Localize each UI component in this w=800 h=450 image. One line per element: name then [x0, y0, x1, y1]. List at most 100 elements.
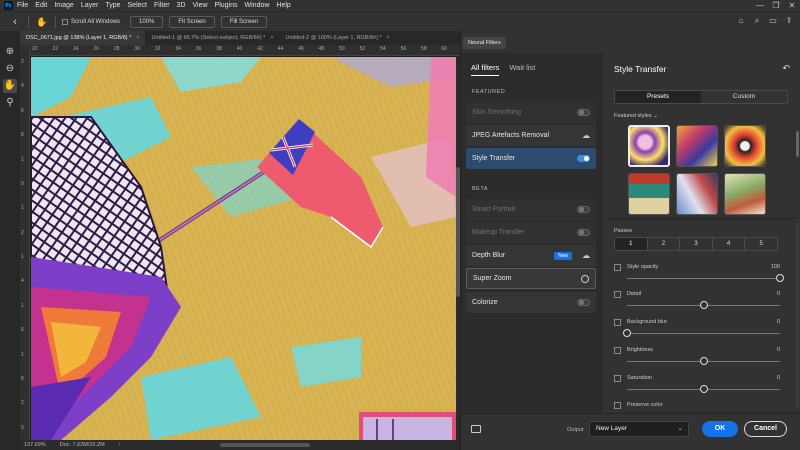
cloud-download-icon[interactable]: ☁	[582, 251, 590, 260]
ruler-tick-label: 58	[421, 46, 427, 52]
zoom-tool-icon[interactable]: ⚲	[3, 96, 17, 110]
scroll-all-windows-checkbox[interactable]: Scroll All Windows	[62, 18, 120, 25]
hand-tool-icon[interactable]: ✋	[35, 15, 49, 29]
menu-type[interactable]: Type	[105, 2, 120, 9]
passes-option[interactable]: 1	[615, 238, 648, 250]
slider-knob[interactable]	[699, 301, 708, 309]
slider-track[interactable]	[627, 333, 780, 334]
menu-help[interactable]: Help	[276, 2, 290, 9]
neural-filters-tab[interactable]: Neural Filters	[463, 37, 506, 49]
menu-window[interactable]: Window	[245, 2, 270, 9]
document-tab[interactable]: DSC_0671.jpg @ 138% (Layer 1, RGB/8) * ×	[20, 31, 146, 45]
output-select[interactable]: New Layer ⌄	[589, 421, 689, 437]
slider-track[interactable]	[627, 278, 780, 279]
chevron-right-icon[interactable]: ›	[119, 442, 121, 448]
close-tab-icon[interactable]: ×	[387, 35, 390, 41]
brightness-checkbox[interactable]	[614, 347, 621, 354]
passes-option[interactable]: 5	[745, 238, 777, 250]
cloud-download-icon[interactable]: ☁	[582, 131, 590, 140]
ruler-tick-label: 6	[21, 107, 24, 114]
checkbox-icon[interactable]	[62, 18, 68, 25]
share-icon[interactable]: ⇪	[782, 16, 796, 28]
menu-layer[interactable]: Layer	[81, 2, 99, 9]
filter-super-zoom[interactable]: Super Zoom	[466, 268, 596, 289]
tab-presets[interactable]: Presets	[615, 91, 701, 103]
background-blur-checkbox[interactable]	[614, 319, 621, 326]
preserve-color-checkbox[interactable]	[614, 402, 621, 409]
menu-plugins[interactable]: Plugins	[215, 2, 238, 9]
detail-checkbox[interactable]	[614, 291, 621, 298]
slider-knob[interactable]	[776, 274, 784, 282]
super-zoom-radio[interactable]	[581, 274, 589, 283]
featured-styles-dropdown[interactable]: Featured styles ⌄	[614, 113, 658, 119]
ruler-tick-label: 48	[318, 46, 325, 52]
tab-all-filters[interactable]: All filters	[471, 63, 500, 76]
menu-view[interactable]: View	[193, 2, 208, 9]
fill-screen-button[interactable]: Fill Screen	[220, 15, 268, 28]
document-tab[interactable]: Untitled-1 @ 66.7% (Select-subject, RGB/…	[145, 31, 279, 45]
filter-jpeg-artefacts-removal[interactable]: JPEG Artefacts Removal ☁	[466, 125, 596, 146]
saturation-checkbox[interactable]	[614, 375, 621, 382]
passes-option[interactable]: 3	[680, 238, 713, 250]
ruler-tick-label: 4	[21, 83, 24, 90]
close-tab-icon[interactable]: ×	[270, 35, 273, 41]
filter-smart-portrait[interactable]: Smart Portrait	[466, 199, 596, 220]
zoom-100-button[interactable]: 100%	[130, 15, 164, 28]
zoom-out-icon[interactable]: ⊖	[3, 62, 17, 76]
filter-style-transfer[interactable]: Style Transfer	[466, 148, 596, 169]
search-icon[interactable]: ⌕	[750, 16, 764, 28]
slider-knob[interactable]	[699, 357, 708, 365]
passes-label: Passes	[614, 228, 633, 234]
photoshop-logo-icon: Ps	[4, 1, 13, 10]
document-tab[interactable]: Untitled-2 @ 100% (Layer 1, RGB/8#) * ×	[280, 31, 396, 45]
slider-knob[interactable]	[623, 329, 631, 337]
thumbnails-scrollbar[interactable]	[796, 131, 799, 157]
hand-icon[interactable]: ✋	[3, 79, 17, 93]
settings-scrollbar[interactable]	[796, 223, 799, 408]
zoom-in-icon[interactable]: ⊕	[3, 45, 17, 59]
style-opacity-checkbox[interactable]	[614, 264, 621, 271]
slider-knob[interactable]	[699, 385, 708, 393]
show-preview-icon[interactable]	[471, 425, 481, 433]
reset-icon[interactable]: ↶	[782, 63, 790, 74]
cancel-button[interactable]: Cancel	[744, 421, 787, 437]
menu-select[interactable]: Select	[128, 2, 147, 9]
back-arrow-icon[interactable]: ‹	[8, 15, 22, 29]
filter-makeup-transfer[interactable]: Makeup Transfer	[466, 222, 596, 243]
tab-wait-list[interactable]: Wait list	[509, 63, 535, 76]
passes-option[interactable]: 4	[713, 238, 746, 250]
style-thumbnail[interactable]	[724, 125, 766, 167]
workspace-icon[interactable]: ▭	[766, 16, 780, 28]
passes-option[interactable]: 2	[648, 238, 681, 250]
canvas-horizontal-scrollbar[interactable]	[220, 443, 310, 447]
minimize-icon[interactable]: —	[752, 0, 768, 11]
style-thumbnail[interactable]	[676, 125, 718, 167]
tab-custom[interactable]: Custom	[701, 91, 787, 103]
filter-colorize[interactable]: Colorize	[466, 292, 596, 313]
menu-edit[interactable]: Edit	[35, 2, 47, 9]
close-window-icon[interactable]: ✕	[784, 0, 800, 11]
home-icon[interactable]: ⌂	[734, 16, 748, 28]
menu-3d[interactable]: 3D	[177, 2, 186, 9]
zoom-level[interactable]: 137.69%	[24, 442, 46, 448]
ok-button[interactable]: OK	[702, 421, 738, 437]
skin-smoothing-toggle[interactable]	[577, 109, 590, 116]
filter-skin-smoothing[interactable]: Skin Smoothing	[466, 102, 596, 123]
menu-filter[interactable]: Filter	[154, 2, 170, 9]
fit-screen-button[interactable]: Fit Screen	[169, 15, 215, 28]
style-transfer-toggle[interactable]	[577, 155, 590, 162]
makeup-transfer-toggle[interactable]	[577, 229, 590, 236]
close-tab-icon[interactable]: ×	[136, 35, 139, 41]
smart-portrait-toggle[interactable]	[577, 206, 590, 213]
style-thumbnail[interactable]	[628, 173, 670, 215]
image-canvas[interactable]	[31, 57, 456, 440]
style-opacity-slider: Style opacity 100	[614, 262, 784, 288]
style-thumbnail[interactable]	[676, 173, 718, 215]
menu-file[interactable]: File	[17, 2, 28, 9]
colorize-toggle[interactable]	[577, 299, 590, 306]
style-thumbnail[interactable]	[628, 125, 670, 167]
style-thumbnail[interactable]	[724, 173, 766, 215]
menu-image[interactable]: Image	[54, 2, 73, 9]
restore-icon[interactable]: ❐	[768, 0, 784, 11]
filter-depth-blur[interactable]: Depth Blur New ☁	[466, 245, 596, 266]
